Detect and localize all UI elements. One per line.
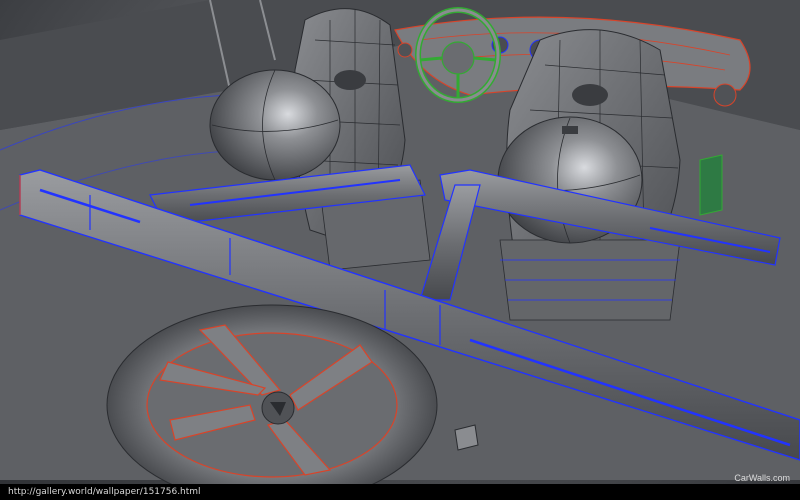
- clamp-part: [454, 424, 479, 451]
- caption-bar: http://gallery.world/wallpaper/151756.ht…: [0, 484, 800, 500]
- door-panel: [699, 154, 723, 216]
- left-helmet: [209, 69, 341, 181]
- wireframe-render: http://gallery.world/wallpaper/151756.ht…: [0, 0, 800, 500]
- wheel: [106, 304, 438, 500]
- car-interior-wireframe: [0, 0, 800, 500]
- watermark-logo: CarWalls.com: [734, 473, 790, 483]
- caption-url: http://gallery.world/wallpaper/151756.ht…: [8, 487, 201, 497]
